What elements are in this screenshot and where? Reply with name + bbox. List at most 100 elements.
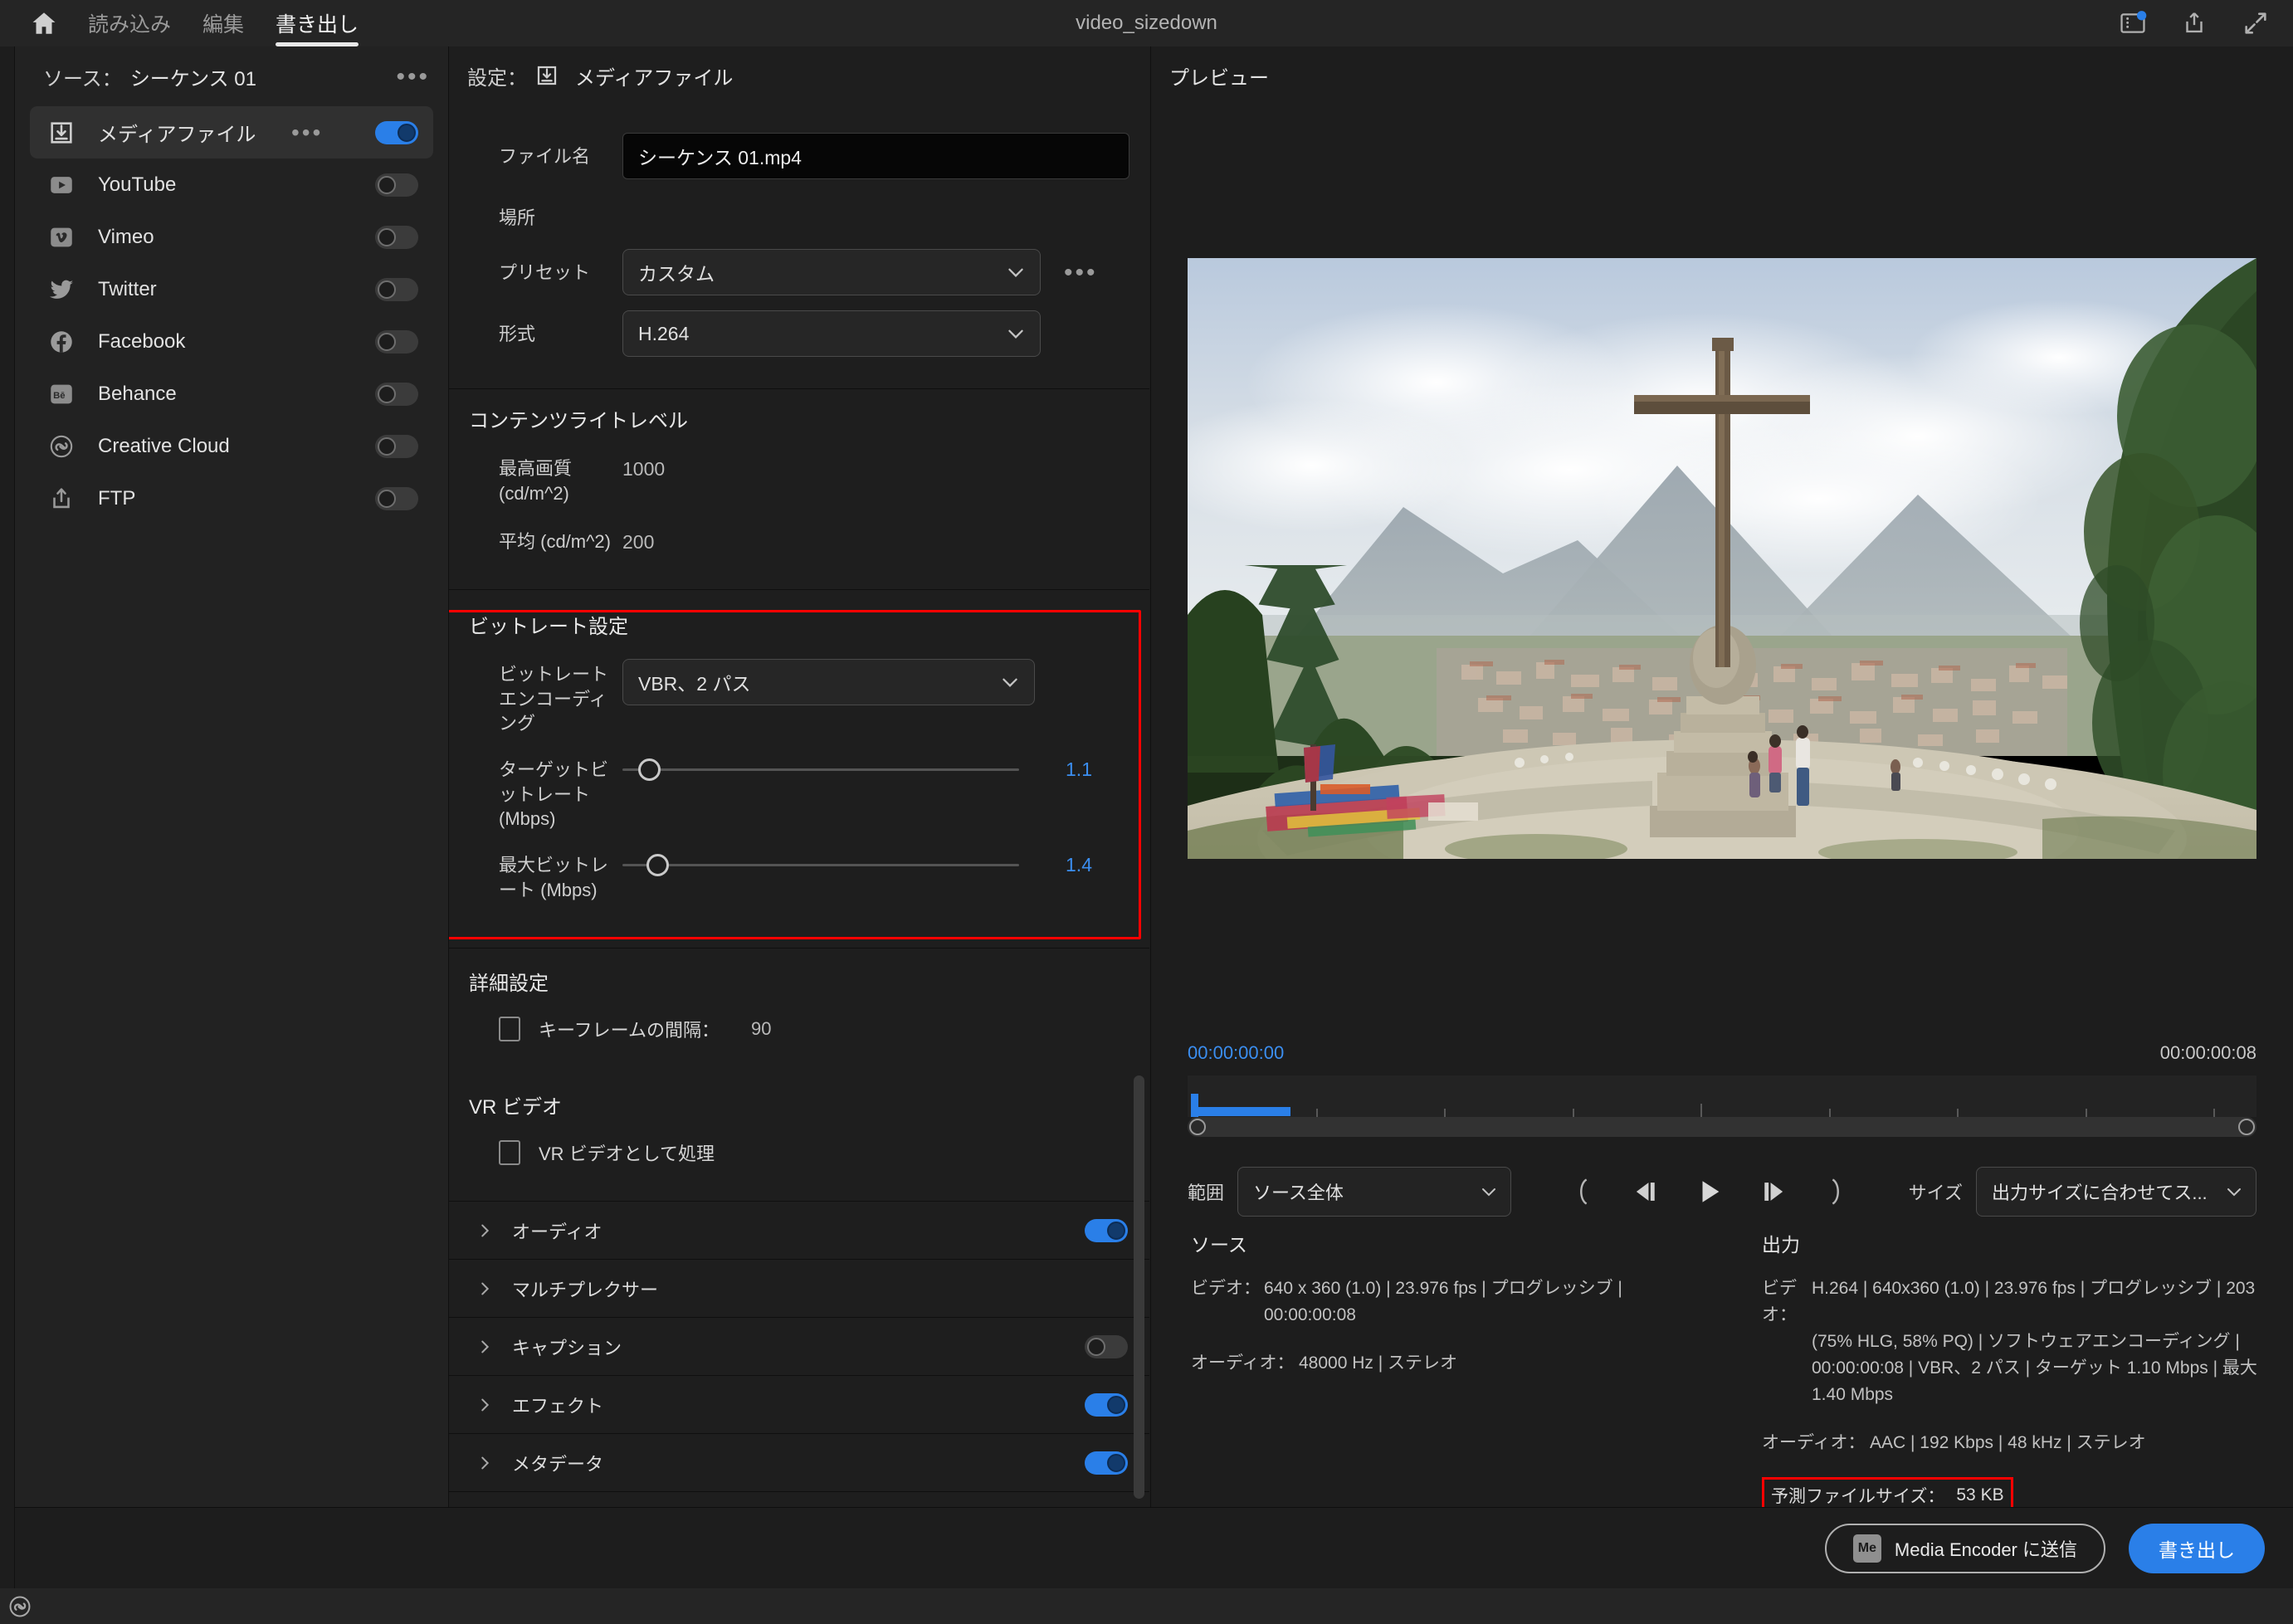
youtube-toggle[interactable]: [375, 173, 418, 197]
bitrate-encoding-select[interactable]: VBR、2 パス: [622, 659, 1035, 705]
accordion-effects[interactable]: エフェクト: [449, 1375, 1149, 1433]
ellipsis-icon[interactable]: •••: [291, 120, 323, 144]
panel-badge-icon[interactable]: [2119, 9, 2147, 37]
vr-video-row: VR ビデオとして処理: [469, 1126, 1129, 1179]
home-icon[interactable]: [30, 9, 58, 37]
sidebar-item-label: Twitter: [98, 277, 157, 300]
metadata-toggle[interactable]: [1085, 1451, 1128, 1475]
action-buttons: Me Media Encoder に送信 書き出し: [1824, 1508, 2265, 1589]
tab-export[interactable]: 書き出し: [274, 0, 360, 46]
vimeo-toggle[interactable]: [375, 225, 418, 249]
sidebar-item-creative-cloud[interactable]: Creative Cloud: [30, 420, 433, 472]
output-summary: 出力 ビデオ： H.264 | 640x360 (1.0) | 23.976 f…: [1762, 1229, 2260, 1514]
effects-toggle[interactable]: [1085, 1392, 1128, 1417]
avg-light-value[interactable]: 200: [622, 518, 1129, 554]
preset-value: カスタム: [638, 263, 715, 285]
preset-ellipsis-icon[interactable]: •••: [1064, 260, 1098, 285]
accordion-metadata[interactable]: メタデータ: [449, 1433, 1149, 1491]
keyframe-interval-checkbox[interactable]: [499, 1017, 520, 1042]
action-bar: Me Media Encoder に送信 書き出し: [15, 1507, 2293, 1588]
mark-in-icon[interactable]: [1565, 1173, 1602, 1210]
sidebar-item-facebook[interactable]: Facebook: [30, 315, 433, 368]
share-icon[interactable]: [2180, 9, 2208, 37]
max-bitrate-slider[interactable]: [622, 841, 1019, 888]
preview-timeline[interactable]: [1188, 1075, 2256, 1117]
sidebar-item-media-file[interactable]: メディアファイル •••: [30, 106, 433, 158]
sidebar-item-label: YouTube: [98, 173, 177, 196]
advanced-title: 詳細設定: [469, 973, 549, 996]
behance-toggle[interactable]: [375, 382, 418, 406]
target-bitrate-slider[interactable]: [622, 746, 1019, 792]
source-audio-value: 48000 Hz | ステレオ: [1299, 1353, 1458, 1373]
audio-toggle[interactable]: [1085, 1218, 1128, 1242]
twitter-toggle[interactable]: [375, 277, 418, 301]
zoom-handle-right[interactable]: [2238, 1119, 2255, 1135]
accordion-multiplexer[interactable]: マルチプレクサー: [449, 1259, 1149, 1317]
source-name: シーケンス 01: [129, 67, 256, 90]
avg-light-label: 平均 (cd/m^2): [499, 531, 611, 552]
filename-input[interactable]: シーケンス 01.mp4: [622, 133, 1129, 179]
max-bitrate-thumb[interactable]: [646, 853, 669, 876]
play-icon[interactable]: [1691, 1173, 1728, 1210]
output-video-value-4: 1.40 Mbps: [1812, 1384, 1894, 1404]
range-value: ソース全体: [1253, 1183, 1344, 1203]
tab-edit[interactable]: 編集: [201, 0, 246, 46]
max-light-value[interactable]: 1000: [622, 445, 1129, 480]
output-video-key: ビデオ：: [1762, 1279, 1797, 1324]
accordion-audio[interactable]: オーディオ: [449, 1201, 1149, 1259]
timecode-end: 00:00:00:08: [2159, 1042, 2256, 1063]
preview-video-frame[interactable]: [1188, 258, 2256, 859]
timeline-zoom-scrollbar[interactable]: [1188, 1117, 2256, 1137]
zoom-handle-left[interactable]: [1189, 1119, 1206, 1135]
format-select[interactable]: H.264: [622, 310, 1041, 357]
settings-scrollbar[interactable]: [1134, 1075, 1144, 1499]
caption-toggle[interactable]: [1085, 1334, 1128, 1358]
sidebar-item-vimeo[interactable]: Vimeo: [30, 211, 433, 263]
target-bitrate-row: ターゲットビットレート (Mbps) 1.1: [469, 741, 1129, 836]
target-bitrate-value: 1.1: [1066, 758, 1092, 780]
send-to-media-encoder-button[interactable]: Me Media Encoder に送信: [1824, 1524, 2105, 1573]
max-bitrate-row: 最大ビットレート (Mbps) 1.4: [469, 836, 1129, 910]
creative-cloud-icon[interactable]: [7, 1593, 33, 1620]
ftp-toggle[interactable]: [375, 486, 418, 510]
preset-select[interactable]: カスタム: [622, 249, 1041, 295]
mark-out-icon[interactable]: [1817, 1173, 1854, 1210]
export-button[interactable]: 書き出し: [2129, 1524, 2265, 1573]
divider: [449, 948, 1149, 949]
ellipsis-icon[interactable]: •••: [396, 64, 430, 89]
facebook-icon: [45, 325, 78, 358]
sidebar-item-youtube[interactable]: YouTube: [30, 158, 433, 211]
accordion-caption[interactable]: キャプション: [449, 1317, 1149, 1375]
accordion-general[interactable]: 一般: [449, 1491, 1149, 1507]
keyframe-interval-value[interactable]: 90: [751, 1018, 771, 1040]
facebook-toggle[interactable]: [375, 329, 418, 354]
timeline-work-area[interactable]: [1191, 1107, 1290, 1116]
source-audio-line: オーディオ： 48000 Hz | ステレオ: [1191, 1350, 1762, 1377]
chevron-right-icon: [476, 1396, 494, 1414]
output-audio-key: オーディオ：: [1762, 1432, 1866, 1452]
format-value: H.264: [638, 322, 690, 344]
size-select[interactable]: 出力サイズに合わせてス...: [1975, 1167, 2256, 1217]
format-label: 形式: [499, 324, 536, 344]
range-select[interactable]: ソース全体: [1237, 1167, 1512, 1217]
preset-label: プリセット: [499, 262, 591, 283]
preview-title: プレビュー: [1169, 66, 1269, 90]
tab-import[interactable]: 読み込み: [86, 0, 173, 46]
range-label: 範囲: [1188, 1183, 1225, 1203]
media-file-toggle[interactable]: [375, 120, 418, 144]
sidebar-item-behance[interactable]: Bē Behance: [30, 368, 433, 420]
step-forward-icon[interactable]: [1754, 1173, 1791, 1210]
target-bitrate-thumb[interactable]: [638, 758, 661, 781]
sidebar-item-twitter[interactable]: Twitter: [30, 263, 433, 315]
ftp-upload-icon: [45, 482, 78, 515]
location-value[interactable]: [622, 194, 1129, 207]
vr-video-checkbox[interactable]: [499, 1140, 520, 1166]
step-back-icon[interactable]: [1628, 1173, 1665, 1210]
sidebar-item-ftp[interactable]: FTP: [30, 472, 433, 524]
chevron-right-icon: [476, 1454, 494, 1472]
creative-cloud-toggle[interactable]: [375, 434, 418, 458]
fullscreen-icon[interactable]: [2242, 9, 2270, 37]
output-summary-title: 出力: [1762, 1234, 1800, 1256]
avg-light-row: 平均 (cd/m^2) 200: [469, 513, 1129, 568]
format-field-row: 形式 H.264: [469, 305, 1129, 367]
